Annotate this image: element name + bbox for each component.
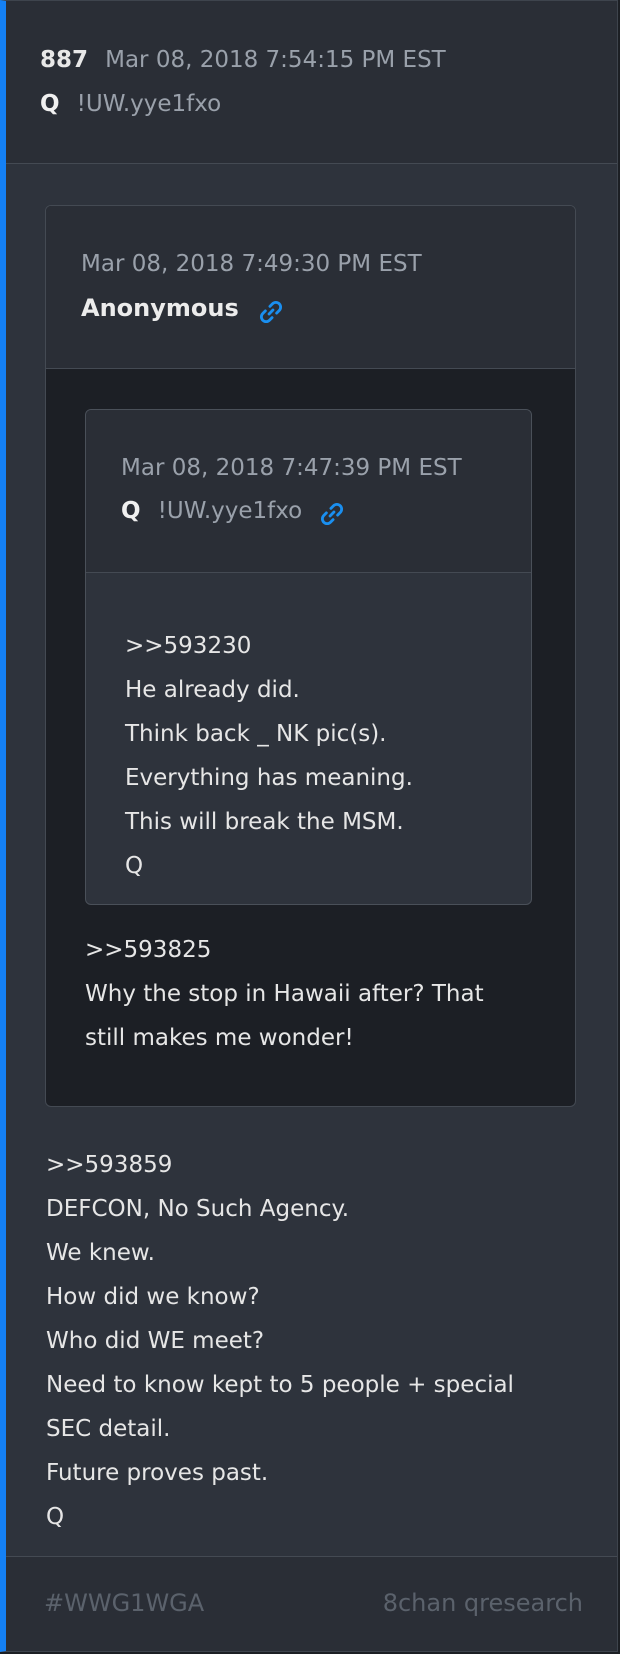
nested-quote-date: Mar 08, 2018 7:47:39 PM EST (121, 455, 462, 481)
body-line: still makes me wonder! (85, 1025, 354, 1051)
nested-quote-tripcode: !UW.yye1fxo (157, 498, 303, 524)
post-author: Q (40, 91, 60, 117)
body-line: Q (125, 853, 144, 879)
reply-link[interactable]: >>593230 (125, 624, 413, 668)
body-line: SEC detail. (46, 1416, 171, 1442)
post-date: Mar 08, 2018 7:54:15 PM EST (105, 47, 446, 73)
nested-quote-body: >>593230 He already did. Think back _ NK… (125, 624, 413, 888)
quoted-post-body: >>593825 Why the stop in Hawaii after? T… (85, 928, 484, 1060)
post-footer: #WWG1WGA 8chan qresearch (6, 1556, 617, 1651)
nested-quote-header: Mar 08, 2018 7:47:39 PM EST Q !UW.yye1fx… (86, 410, 531, 573)
body-line: Future proves past. (46, 1460, 269, 1486)
post-card: 887 Mar 08, 2018 7:54:15 PM EST Q !UW.yy… (0, 0, 618, 1652)
body-line: How did we know? (46, 1284, 260, 1310)
quoted-post-q: Mar 08, 2018 7:47:39 PM EST Q !UW.yye1fx… (85, 409, 532, 905)
link-icon[interactable] (258, 299, 284, 325)
body-line: This will break the MSM. (125, 809, 404, 835)
quoted-post-header: Mar 08, 2018 7:49:30 PM EST Anonymous (46, 206, 575, 369)
quoted-post-anonymous: Mar 08, 2018 7:49:30 PM EST Anonymous Ma… (45, 205, 576, 1107)
post-number: 887 (40, 47, 89, 73)
body-line: Why the stop in Hawaii after? That (85, 981, 484, 1007)
nested-quote-author: Q (121, 498, 141, 524)
quoted-post-date: Mar 08, 2018 7:49:30 PM EST (81, 251, 422, 277)
post-tripcode: !UW.yye1fxo (76, 91, 222, 117)
body-line: Who did WE meet? (46, 1328, 265, 1354)
body-line: He already did. (125, 677, 300, 703)
body-line: Everything has meaning. (125, 765, 413, 791)
source-label: 8chan qresearch (382, 1589, 583, 1617)
quoted-post-author: Anonymous (81, 294, 239, 322)
reply-link[interactable]: >>593825 (85, 928, 484, 972)
body-line: DEFCON, No Such Agency. (46, 1196, 350, 1222)
post-body: >>593859 DEFCON, No Such Agency. We knew… (46, 1143, 514, 1539)
body-line: We knew. (46, 1240, 155, 1266)
reply-link[interactable]: >>593859 (46, 1143, 514, 1187)
link-icon[interactable] (319, 501, 345, 527)
post-header: 887 Mar 08, 2018 7:54:15 PM EST Q !UW.yy… (6, 1, 617, 164)
hashtag: #WWG1WGA (44, 1589, 205, 1617)
body-line: Q (46, 1504, 65, 1530)
body-line: Think back _ NK pic(s). (125, 721, 387, 747)
body-line: Need to know kept to 5 people + special (46, 1372, 514, 1398)
